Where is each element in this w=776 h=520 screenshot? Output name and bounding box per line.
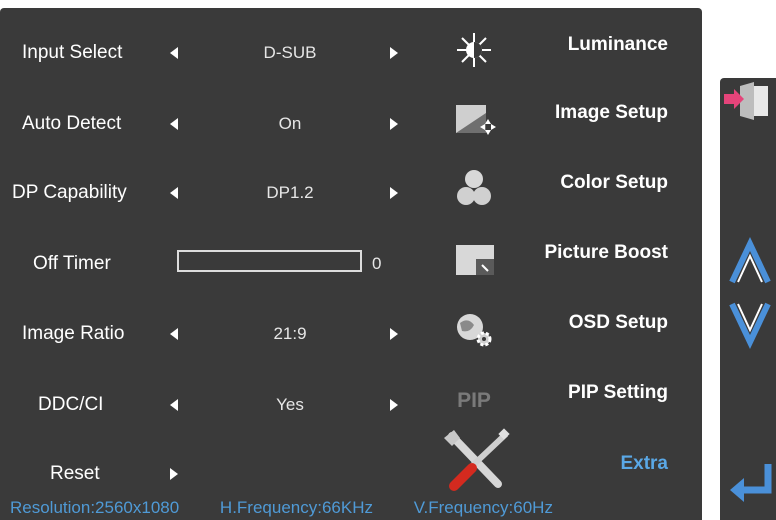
menu-label: Picture Boost [544, 242, 668, 263]
setting-auto-detect[interactable]: Auto Detect On [0, 104, 430, 144]
pip-icon-text: PIP [457, 389, 491, 412]
exit-icon[interactable] [722, 80, 776, 127]
h-frequency-text: H.Frequency:66KHz [219, 498, 373, 517]
menu-pip-setting[interactable]: PIP PIP Setting [440, 373, 700, 425]
off-timer-slider[interactable] [177, 250, 362, 272]
setting-value: Yes [276, 395, 304, 414]
osd-panel: Input Select D-SUB Auto Detect On DP Cap… [0, 8, 702, 520]
setting-off-timer[interactable]: Off Timer 0 [0, 244, 430, 284]
left-arrow-icon[interactable] [170, 47, 178, 59]
image-setup-icon [450, 97, 498, 139]
menu-label: OSD Setup [568, 312, 668, 333]
off-timer-value: 0 [372, 254, 382, 273]
tools-icon [440, 428, 512, 494]
left-arrow-icon[interactable] [170, 399, 178, 411]
right-arrow-icon[interactable] [390, 328, 398, 340]
menu-label: PIP Setting [568, 382, 668, 403]
setting-image-ratio[interactable]: Image Ratio 21:9 [0, 314, 430, 354]
enter-icon[interactable] [726, 460, 776, 515]
menu-extra[interactable]: Extra [440, 428, 700, 496]
setting-label: Reset [50, 463, 100, 484]
setting-reset[interactable]: Reset [0, 454, 430, 494]
left-arrow-icon[interactable] [170, 328, 178, 340]
setting-value: 21:9 [273, 324, 307, 343]
setting-dp-capability[interactable]: DP Capability DP1.2 [0, 173, 430, 213]
setting-value: On [278, 114, 302, 133]
menu-label: Extra [620, 453, 668, 474]
right-arrow-icon[interactable] [390, 118, 398, 130]
down-arrow-icon[interactable] [726, 298, 774, 355]
pip-icon: PIP [450, 377, 498, 419]
resolution-text: Resolution:2560x1080 [10, 498, 180, 517]
color-setup-icon [450, 167, 498, 209]
osd-setup-icon [450, 307, 498, 349]
right-arrow-icon[interactable] [390, 47, 398, 59]
menu-picture-boost[interactable]: Picture Boost [440, 233, 700, 285]
setting-label: Input Select [22, 42, 123, 63]
setting-label: Off Timer [33, 253, 111, 274]
setting-ddc-ci[interactable]: DDC/CI Yes [0, 385, 430, 425]
right-arrow-icon[interactable] [170, 468, 178, 480]
right-arrow-icon[interactable] [390, 399, 398, 411]
setting-input-select[interactable]: Input Select D-SUB [0, 33, 430, 73]
brightness-icon [450, 29, 498, 71]
menu-color-setup[interactable]: Color Setup [440, 163, 700, 215]
setting-label: DDC/CI [38, 394, 104, 415]
right-arrow-icon[interactable] [390, 187, 398, 199]
setting-label: DP Capability [12, 182, 127, 203]
setting-label: Auto Detect [22, 113, 122, 134]
side-button-panel [720, 78, 776, 520]
menu-luminance[interactable]: Luminance [440, 25, 700, 77]
up-arrow-icon[interactable] [726, 236, 774, 293]
v-frequency-text: V.Frequency:60Hz [413, 498, 553, 517]
menu-osd-setup[interactable]: OSD Setup [440, 303, 700, 355]
setting-value: D-SUB [263, 43, 317, 62]
setting-label: Image Ratio [22, 323, 125, 344]
picture-boost-icon [450, 237, 498, 279]
setting-value: DP1.2 [266, 183, 314, 202]
menu-image-setup[interactable]: Image Setup [440, 93, 700, 145]
menu-label: Luminance [567, 34, 668, 55]
left-arrow-icon[interactable] [170, 187, 178, 199]
left-arrow-icon[interactable] [170, 118, 178, 130]
menu-label: Color Setup [560, 172, 668, 193]
status-bar: Resolution:2560x1080 H.Frequency:66KHz V… [10, 496, 589, 520]
menu-label: Image Setup [555, 102, 668, 123]
